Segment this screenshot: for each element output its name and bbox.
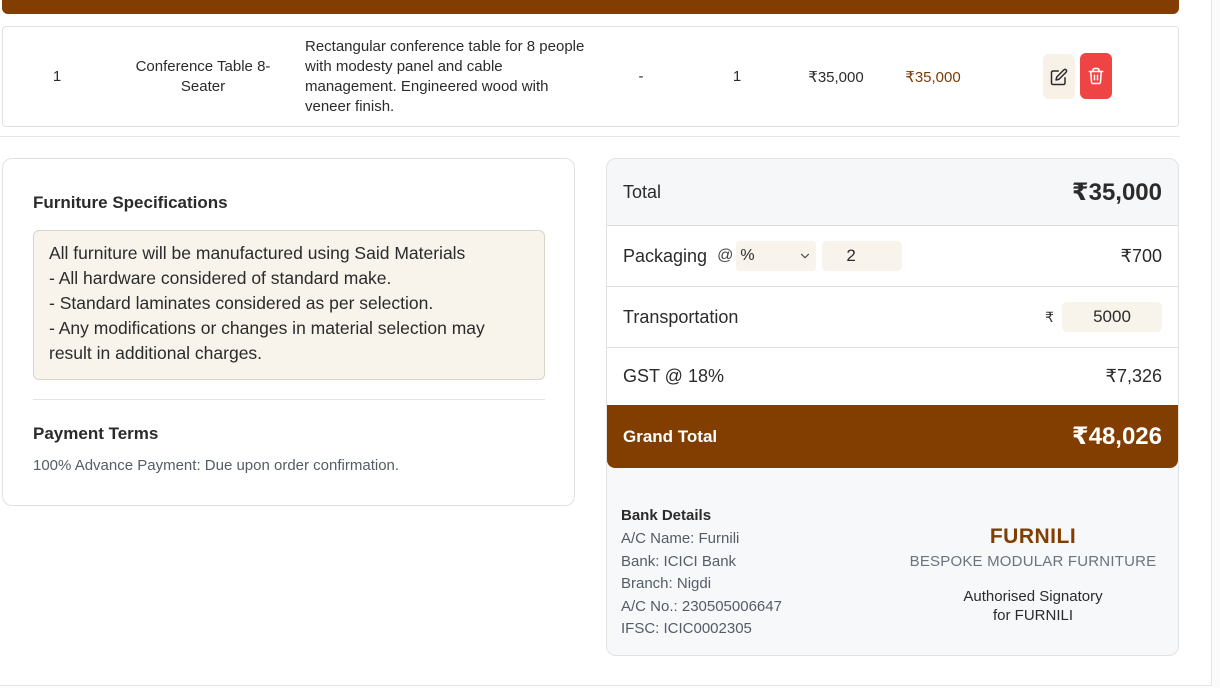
row-serial: 1 [52, 68, 62, 85]
spec-line: - Any modifications or changes in materi… [49, 318, 485, 363]
gst-label: GST @ 18% [623, 366, 724, 386]
row-item-name: Conference Table 8-Seater [135, 57, 271, 95]
gst-value: ₹7,326 [1105, 366, 1163, 386]
transportation-label: Transportation [623, 306, 739, 327]
rupee-symbol: ₹ [1045, 308, 1054, 325]
spec-divider [33, 399, 545, 400]
packaging-value: ₹700 [1120, 245, 1162, 266]
total-label: Total [623, 181, 662, 202]
section-divider [0, 136, 1180, 137]
transportation-row: Transportation ₹ 5000 [607, 287, 1178, 348]
bank-ifsc: IFSC: ICIC0002305 [621, 620, 752, 637]
bank-details-title: Bank Details [621, 507, 712, 524]
row-dimensions: - [638, 68, 644, 85]
packaging-label: Packaging [623, 245, 708, 266]
packaging-row: Packaging @ % 2 ₹700 [607, 226, 1178, 287]
bank-ac-name: A/C Name: Furnili [621, 530, 740, 547]
scrollbar-track[interactable] [1212, 0, 1220, 688]
specifications-text-box[interactable]: All furniture will be manufactured using… [33, 230, 545, 380]
row-quantity: 1 [732, 68, 742, 85]
payment-terms-text: 100% Advance Payment: Due upon order con… [33, 457, 400, 474]
bank-ac-number: A/C No.: 230505006647 [621, 597, 782, 615]
signatory-label: Authorised Signatory [963, 588, 1103, 605]
edit-icon [1050, 68, 1068, 85]
brand-tagline: BESPOKE MODULAR FURNITURE [909, 553, 1157, 570]
signatory-block: FURNILI BESPOKE MODULAR FURNITURE Author… [907, 525, 1159, 624]
specifications-title: Furniture Specifications [33, 193, 228, 212]
bank-branch: Branch: Nigdi [621, 575, 712, 592]
row-amount: ₹35,000 [905, 68, 961, 86]
gst-row: GST @ 18% ₹7,326 [607, 348, 1178, 405]
transportation-input[interactable]: 5000 [1062, 302, 1162, 332]
packaging-at-symbol: @ [717, 247, 734, 264]
table-row: 1 Conference Table 8-Seater Rectangular … [2, 26, 1179, 127]
row-rate: ₹35,000 [808, 68, 864, 86]
grand-total-label: Grand Total [623, 426, 718, 446]
signatory-company: for FURNILI [992, 607, 1073, 624]
payment-terms-title: Payment Terms [33, 424, 159, 443]
edit-item-button[interactable] [1043, 54, 1075, 99]
delete-item-button[interactable] [1080, 53, 1112, 99]
bank-name: Bank: ICICI Bank [621, 552, 737, 570]
total-value: ₹35,000 [1071, 178, 1162, 206]
table-header-bar [2, 0, 1179, 14]
spec-line: All furniture will be manufactured using… [49, 243, 466, 263]
packaging-percent-input[interactable]: 2 [822, 241, 903, 271]
packaging-type-select[interactable]: % [736, 241, 817, 271]
grand-total-row: Grand Total ₹48,026 [607, 405, 1178, 468]
spec-line: - All hardware considered of standard ma… [49, 268, 392, 288]
brand-name: FURNILI [989, 525, 1077, 548]
totals-card: Total ₹35,000 Packaging @ % 2 ₹700 Trans… [606, 158, 1179, 656]
packaging-type-value: % [740, 247, 755, 264]
row-description: Rectangular conference table for 8 peopl… [305, 37, 585, 115]
chevron-down-icon [801, 253, 810, 259]
spec-line: - Standard laminates considered as per s… [49, 293, 434, 313]
grand-total-value: ₹48,026 [1071, 423, 1162, 450]
bank-details: Bank Details A/C Name: Furnili Bank: ICI… [621, 507, 782, 641]
total-row: Total ₹35,000 [607, 159, 1178, 226]
trash-icon [1088, 67, 1104, 85]
specifications-card: Furniture Specifications All furniture w… [2, 158, 575, 506]
